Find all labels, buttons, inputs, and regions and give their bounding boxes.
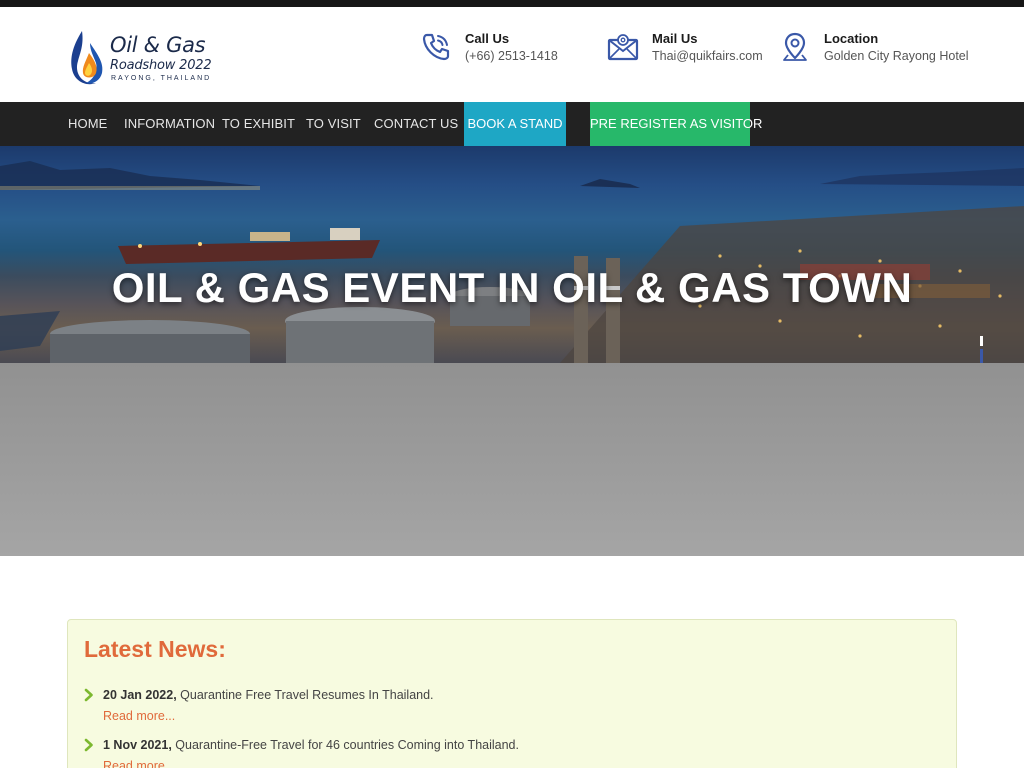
mail-icon	[607, 34, 639, 61]
book-stand-button[interactable]: BOOK A STAND	[464, 102, 566, 146]
contact-call-label: Call Us	[465, 31, 510, 46]
contact-mail-label: Mail Us	[652, 31, 698, 46]
read-more-link[interactable]: Read more...	[103, 709, 175, 723]
pre-register-button[interactable]: PRE REGISTER AS VISITOR	[590, 102, 762, 146]
main-nav: HOME INFORMATION TO EXHIBIT TO VISIT CON…	[0, 102, 1024, 146]
contact-location-label: Location	[824, 31, 879, 46]
gray-placeholder-band	[0, 363, 1024, 556]
news-text: Quarantine-Free Travel for 46 countries …	[175, 738, 519, 752]
location-pin-icon	[783, 32, 807, 61]
nav-home[interactable]: HOME	[68, 102, 107, 146]
news-date: 1 Nov 2021, Quarantine-Free Travel for 4…	[103, 738, 519, 752]
contact-location[interactable]: Location Golden City Rayong Hotel	[779, 29, 969, 69]
flame-logo-icon	[71, 31, 103, 85]
nav-to-exhibit[interactable]: TO EXHIBIT	[222, 102, 295, 146]
read-more-link[interactable]: Read more...	[103, 759, 175, 768]
nav-information[interactable]: INFORMATION	[124, 102, 215, 146]
hero-title: OIL & GAS EVENT IN OIL & GAS TOWN	[111, 264, 913, 311]
nav-contact-us[interactable]: CONTACT US	[374, 102, 458, 146]
harbor-scene-illustration	[0, 161, 1024, 363]
logo-location: RAYONG, THAILAND	[111, 75, 212, 82]
top-strip	[0, 0, 1024, 7]
latest-news-panel: Latest News: 20 Jan 2022, Quarantine Fre…	[67, 619, 957, 768]
contact-mail-value[interactable]: Thai@quikfairs.com	[652, 49, 763, 63]
logo-title: Oil & Gas	[110, 33, 206, 57]
hero-banner: OIL & GAS EVENT IN OIL & GAS TOWN	[0, 146, 1024, 363]
nav-to-visit[interactable]: TO VISIT	[306, 102, 361, 146]
news-text: Quarantine Free Travel Resumes In Thaila…	[180, 688, 434, 702]
contact-mail[interactable]: Mail Us Thai@quikfairs.com	[607, 29, 777, 69]
contact-call[interactable]: Call Us (+66) 2513-1418	[420, 29, 580, 69]
chevron-right-icon	[84, 688, 93, 702]
contact-location-value: Golden City Rayong Hotel	[824, 49, 969, 63]
site-header: Oil & Gas Roadshow 2022 RAYONG, THAILAND…	[0, 7, 1024, 102]
news-item: 1 Nov 2021, Quarantine-Free Travel for 4…	[84, 738, 934, 768]
site-logo[interactable]: Oil & Gas Roadshow 2022 RAYONG, THAILAND	[68, 27, 228, 89]
chevron-right-icon	[84, 738, 93, 752]
phone-icon	[422, 33, 450, 61]
news-heading: Latest News:	[84, 636, 226, 662]
contact-call-value[interactable]: (+66) 2513-1418	[465, 49, 558, 63]
logo-subtitle: Roadshow 2022	[110, 58, 212, 73]
news-date: 20 Jan 2022, Quarantine Free Travel Resu…	[103, 688, 434, 702]
news-item: 20 Jan 2022, Quarantine Free Travel Resu…	[84, 688, 934, 732]
